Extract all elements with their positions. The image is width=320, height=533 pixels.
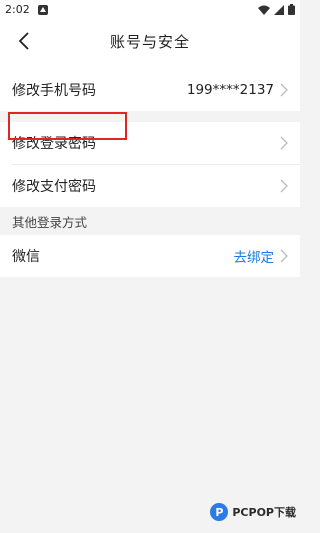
watermark-logo-icon: P xyxy=(210,503,229,521)
change-phone-row[interactable]: 修改手机号码 199****2137 xyxy=(0,69,300,111)
chevron-right-icon xyxy=(280,136,288,150)
wifi-icon xyxy=(258,5,270,15)
change-phone-label: 修改手机号码 xyxy=(12,83,96,99)
highlight-box xyxy=(8,112,127,140)
change-pay-password-row[interactable]: 修改支付密码 xyxy=(0,165,300,207)
wechat-label: 微信 xyxy=(12,249,40,265)
battery-icon xyxy=(288,4,295,15)
change-pay-password-label: 修改支付密码 xyxy=(12,179,96,195)
status-bar: 2:02 xyxy=(0,0,300,19)
notification-alert-icon xyxy=(37,4,48,15)
app-header: 账号与安全 xyxy=(0,19,300,63)
other-login-section-label: 其他登录方式 xyxy=(12,214,88,230)
chevron-right-icon xyxy=(280,249,288,263)
phone-number-value: 199****2137 xyxy=(186,82,274,98)
status-icons xyxy=(258,4,295,15)
wechat-row[interactable]: 微信 去绑定 xyxy=(0,235,300,277)
chevron-left-icon xyxy=(18,32,29,50)
page-title: 账号与安全 xyxy=(109,32,190,51)
chevron-right-icon xyxy=(280,83,288,97)
chevron-right-icon xyxy=(280,179,288,193)
bind-wechat-link[interactable]: 去绑定 xyxy=(234,246,275,266)
back-button[interactable] xyxy=(12,29,36,53)
signal-icon xyxy=(274,4,284,15)
watermark-text: PCPOP下载 xyxy=(232,506,296,519)
status-time: 2:02 xyxy=(5,3,30,16)
watermark: P PCPOP下载 xyxy=(210,503,296,521)
